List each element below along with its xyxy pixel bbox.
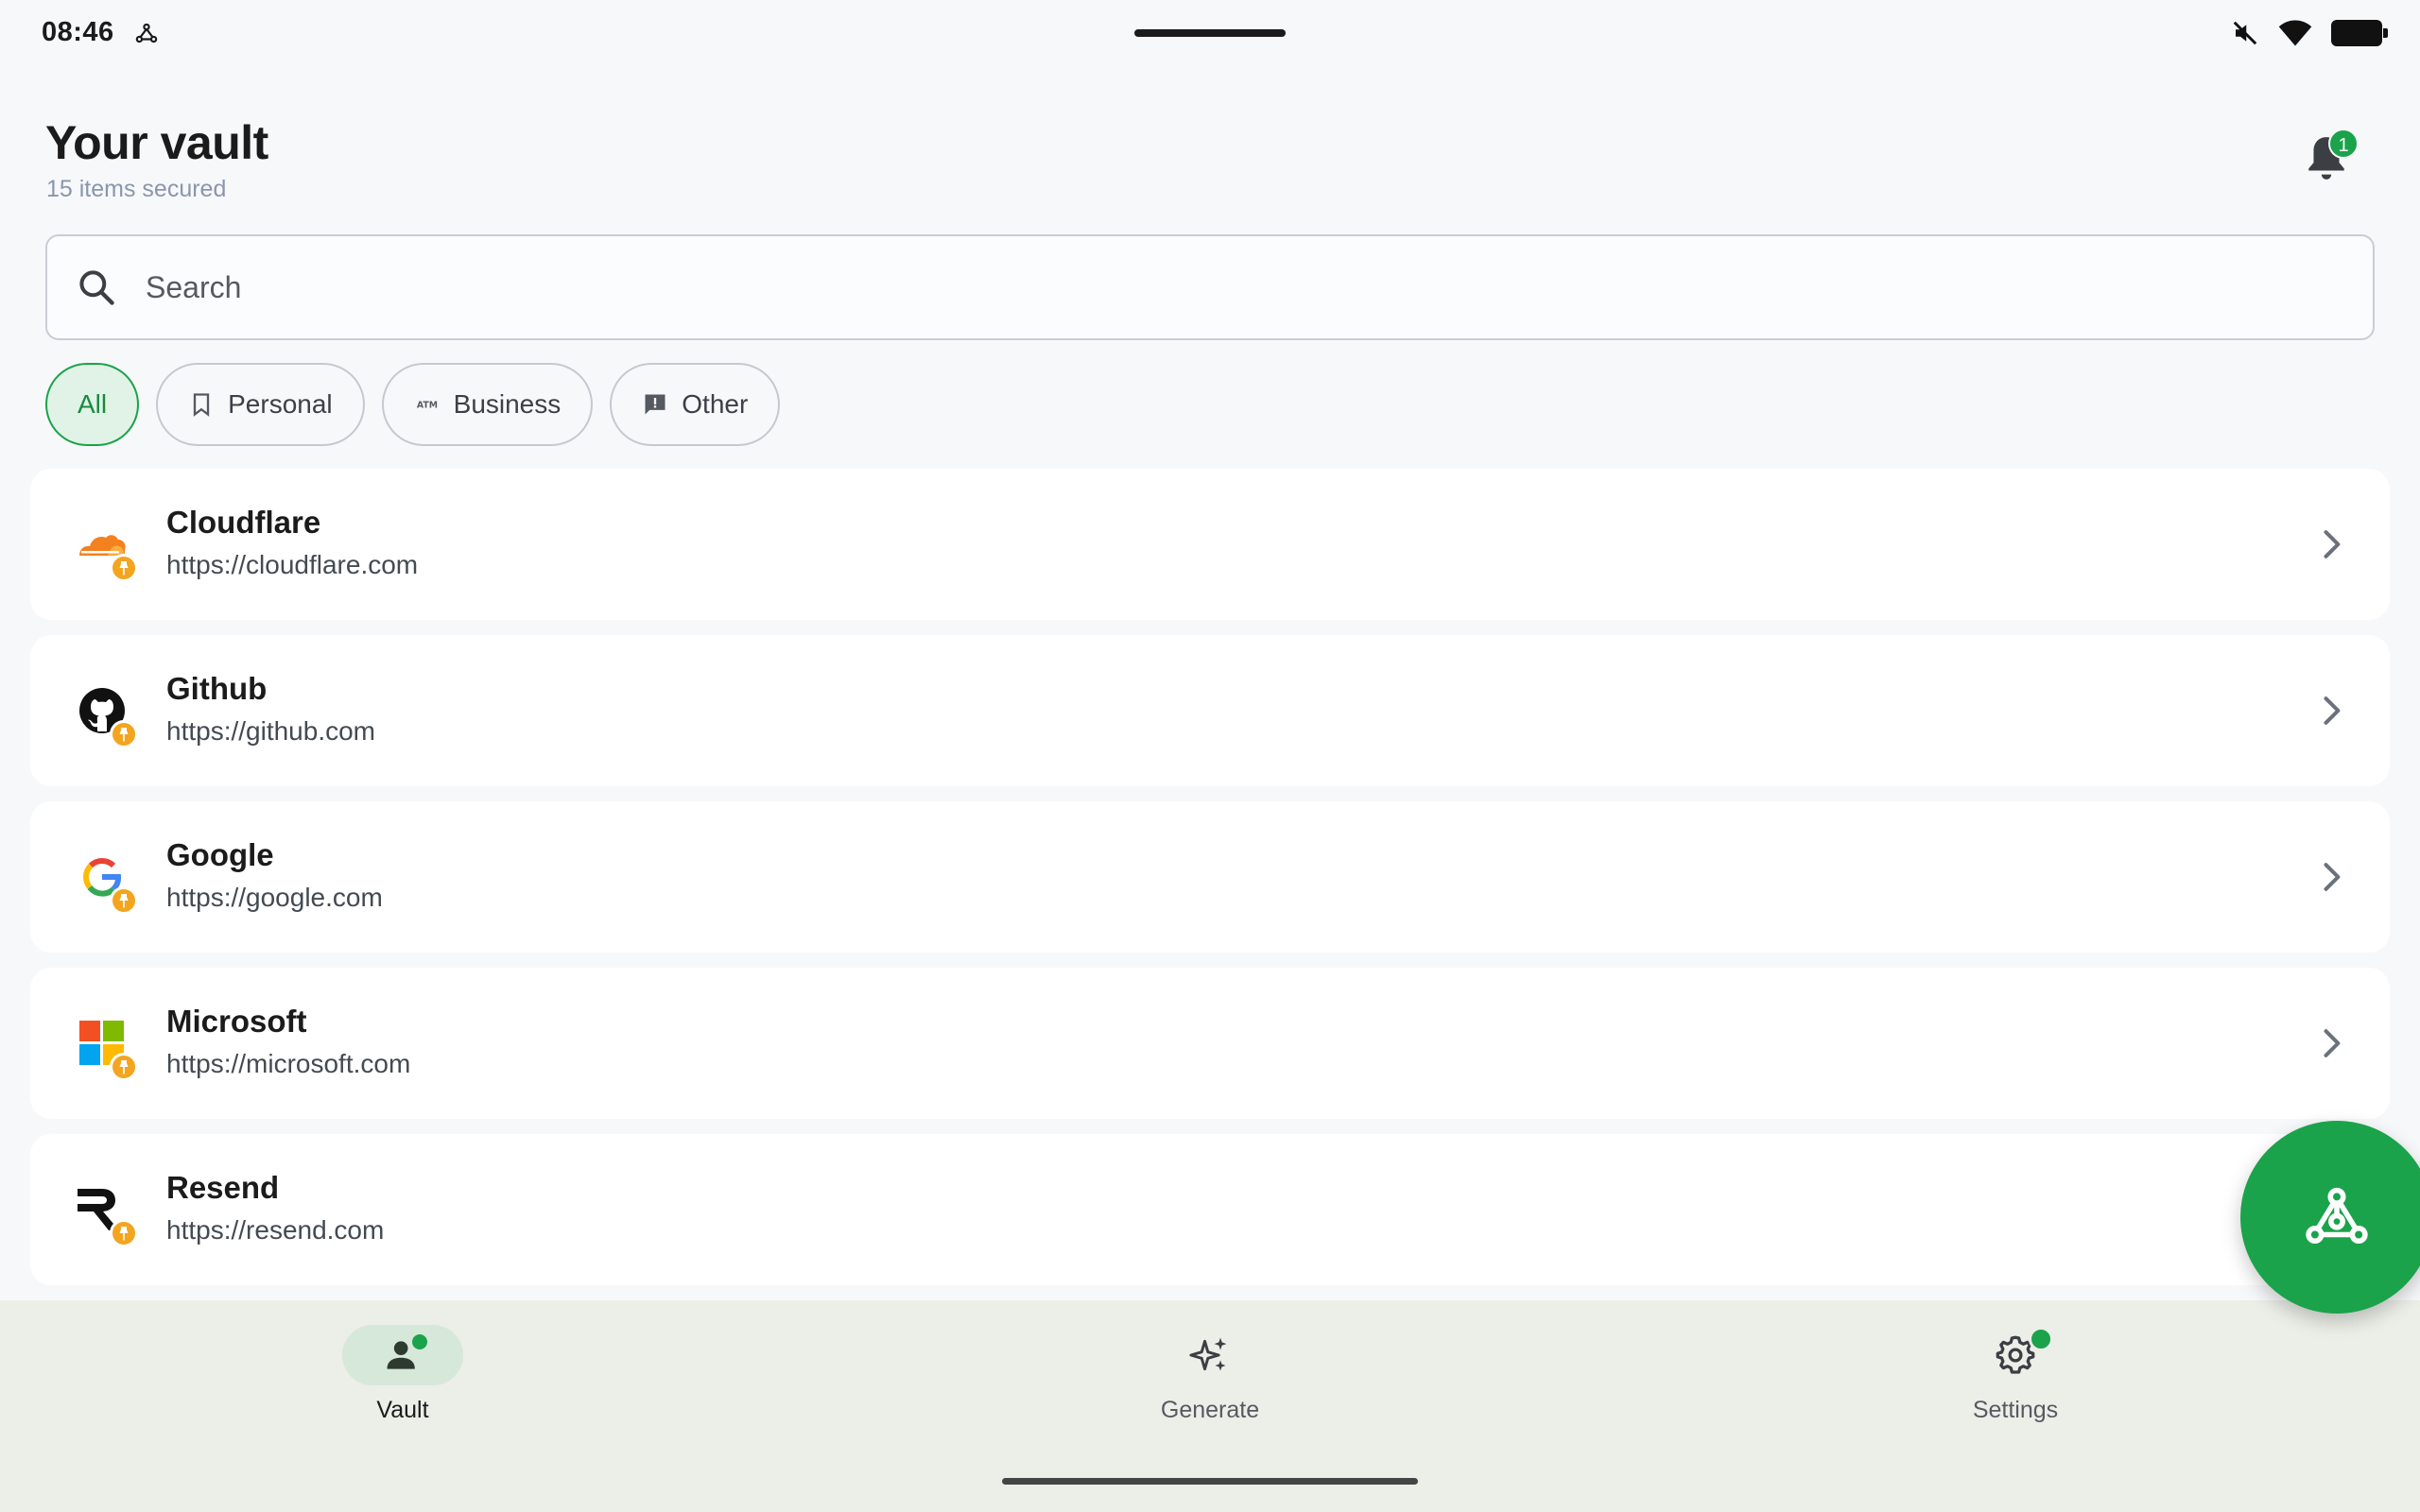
app-logo-icon xyxy=(2306,1187,2368,1245)
nav-indicator xyxy=(1955,1325,2076,1385)
nav-label: Settings xyxy=(1972,1397,2059,1423)
nav-indicator xyxy=(342,1325,463,1385)
svg-text:ATM: ATM xyxy=(417,401,438,411)
filter-chip-other[interactable]: Other xyxy=(610,363,781,446)
search-bar[interactable] xyxy=(45,234,2375,340)
atm-icon: ATM xyxy=(417,401,438,411)
vault-item-github[interactable]: Github https://github.com xyxy=(30,635,2390,786)
camera-pill xyxy=(1134,29,1286,37)
item-name: Cloudflare xyxy=(166,505,321,540)
item-name: Microsoft xyxy=(166,1004,307,1039)
search-input[interactable] xyxy=(146,259,2373,316)
chevron-right-icon xyxy=(2324,1029,2341,1057)
bookmark-icon xyxy=(193,393,210,417)
nav-vault[interactable]: Vault xyxy=(289,1325,516,1424)
filter-chip-business[interactable]: ATM Business xyxy=(381,363,594,446)
vault-items-list: Cloudflare https://cloudflare.com Github… xyxy=(30,469,2390,1300)
filter-chip-label: All xyxy=(78,389,108,419)
chevron-right-icon xyxy=(2324,863,2341,891)
search-icon xyxy=(79,270,114,305)
item-url: https://cloudflare.com xyxy=(166,550,419,579)
add-item-fab[interactable] xyxy=(2240,1121,2420,1314)
vault-item-microsoft[interactable]: Microsoft https://microsoft.com xyxy=(30,968,2390,1119)
home-indicator xyxy=(1002,1478,1418,1485)
battery-icon xyxy=(2331,20,2388,46)
nav-settings[interactable]: Settings xyxy=(1902,1325,2129,1424)
chevron-right-icon xyxy=(2324,530,2341,558)
item-name: Google xyxy=(166,837,274,872)
filter-chip-label: Business xyxy=(453,389,562,419)
vault-item-resend[interactable]: Resend https://resend.com xyxy=(30,1134,2390,1285)
filter-chip-all[interactable]: All xyxy=(45,363,140,446)
pin-icon xyxy=(110,720,138,748)
nav-generate[interactable]: Generate xyxy=(1097,1325,1323,1424)
item-url: https://google.com xyxy=(166,883,383,912)
pin-icon xyxy=(110,886,138,915)
pin-icon xyxy=(110,554,138,582)
nav-status-dot xyxy=(412,1334,427,1349)
filter-chip-personal[interactable]: Personal xyxy=(156,363,365,446)
chevron-right-icon xyxy=(2324,696,2341,725)
filter-chip-label: Other xyxy=(682,389,749,419)
sparkle-icon xyxy=(1189,1337,1227,1371)
nav-label: Generate xyxy=(1160,1397,1260,1423)
app-notification-icon xyxy=(135,23,158,43)
item-url: https://github.com xyxy=(166,716,376,746)
page-title: Your vault xyxy=(45,116,268,169)
feedback-icon xyxy=(645,394,666,415)
item-name: Github xyxy=(166,671,268,706)
pin-icon xyxy=(110,1053,138,1081)
filter-chip-label: Personal xyxy=(228,389,333,419)
mute-icon xyxy=(2233,21,2257,45)
items-count: 15 items secured xyxy=(46,176,227,202)
item-url: https://microsoft.com xyxy=(166,1049,411,1078)
settings-badge-icon xyxy=(2029,1327,2053,1351)
vault-item-cloudflare[interactable]: Cloudflare https://cloudflare.com xyxy=(30,469,2390,620)
vault-item-google[interactable]: Google https://google.com xyxy=(30,801,2390,953)
status-time: 08:46 xyxy=(42,17,114,47)
item-url: https://resend.com xyxy=(166,1215,385,1245)
pin-icon xyxy=(110,1219,138,1247)
status-bar: 08:46 xyxy=(0,0,2420,66)
wifi-icon xyxy=(2278,20,2312,46)
nav-label: Vault xyxy=(376,1397,429,1423)
notification-badge: 1 xyxy=(2328,129,2359,159)
nav-indicator xyxy=(1150,1325,1270,1385)
item-name: Resend xyxy=(166,1170,280,1205)
filter-chips: All Personal ATM Business Other xyxy=(45,363,781,446)
